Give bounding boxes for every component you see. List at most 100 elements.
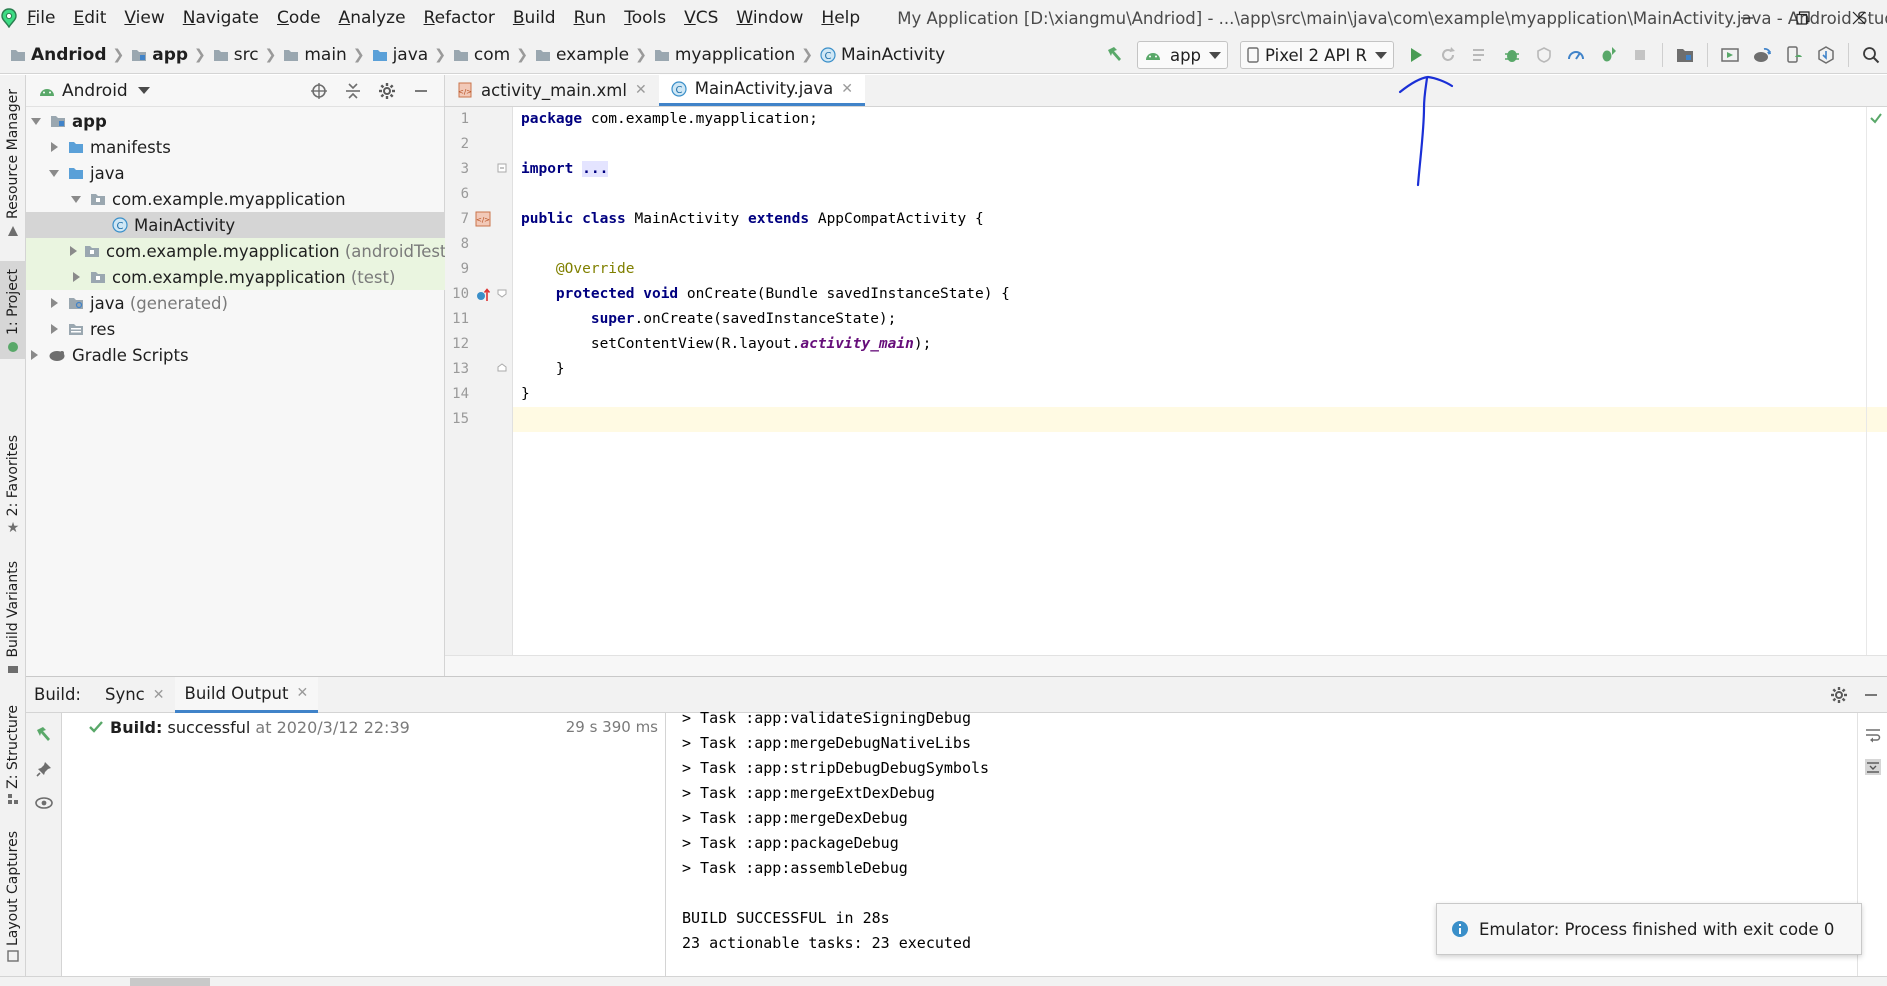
tree-item-manifests[interactable]: manifests [26,134,445,160]
chevron-down-icon[interactable] [28,116,44,126]
fold-icon[interactable] [497,163,507,173]
code-line[interactable]: import ... [513,157,1887,182]
menu-refactor[interactable]: Refactor [415,0,504,36]
scroll-to-end-button[interactable] [1857,751,1887,783]
tree-item-res[interactable]: res [26,316,445,342]
folded-imports[interactable]: ... [582,161,609,177]
tab-project[interactable]: 1: Project [0,261,26,359]
tree-item-app[interactable]: app [26,108,445,134]
tab-resource-manager[interactable]: Resource Manager [0,89,26,249]
make-project-button[interactable] [1099,39,1131,71]
attach-debugger-button[interactable] [1592,39,1624,71]
tab-sync[interactable]: Sync ✕ [95,677,175,713]
code-line[interactable]: } [513,357,1887,382]
code-line[interactable]: public class MainActivity extends AppCom… [513,207,1887,232]
menu-analyze[interactable]: Analyze [330,0,415,36]
status-bar-item[interactable] [130,978,210,986]
close-tab-icon[interactable]: ✕ [841,81,853,97]
chevron-right-icon[interactable] [68,272,84,282]
tree-item-java[interactable]: java [26,160,445,186]
rebuild-button[interactable] [28,719,60,751]
chevron-right-icon[interactable] [68,246,78,256]
search-everywhere-button[interactable] [1855,39,1887,71]
tree-item-package-test[interactable]: com.example.myapplication (test) [26,264,445,290]
pin-tab-button[interactable] [28,753,60,785]
filter-view-button[interactable] [28,787,60,819]
minimize-button[interactable] [1719,0,1775,36]
menu-tools[interactable]: Tools [615,0,675,36]
tree-item-package-main[interactable]: com.example.myapplication [26,186,445,212]
build-status-row[interactable]: Build: successful at 2020/3/12 22:39 29 … [62,715,666,739]
code-line[interactable]: @Override [513,257,1887,282]
collapse-all-button[interactable] [336,75,370,107]
stop-button[interactable] [1624,39,1656,71]
fold-icon[interactable] [497,363,507,373]
tab-favorites[interactable]: 2: Favorites ★ [0,435,26,536]
layout-inspector-button[interactable] [1714,39,1746,71]
menu-navigate[interactable]: Navigate [174,0,268,36]
debug-button[interactable] [1496,39,1528,71]
breadcrumb-src[interactable]: src ❯ [213,45,284,65]
chevron-down-icon[interactable] [46,168,62,178]
project-view-selector[interactable]: Android [62,81,128,101]
tree-item-java-generated[interactable]: java (generated) [26,290,445,316]
device-select[interactable]: Pixel 2 API R [1240,41,1394,69]
breadcrumb-project[interactable]: Andriod ❯ [10,45,131,65]
locate-file-button[interactable] [302,75,336,107]
chevron-right-icon[interactable] [26,350,42,360]
tree-item-gradle-scripts[interactable]: Gradle Scripts [26,342,445,368]
breadcrumb-mainactivity[interactable]: C MainActivity [820,45,945,65]
avd-manager-button[interactable] [1778,39,1810,71]
chevron-down-icon[interactable] [68,194,84,204]
close-tab-icon[interactable]: ✕ [296,685,308,701]
override-method-gutter-icon[interactable] [475,287,491,303]
code-line-current[interactable] [513,407,1887,432]
tab-structure[interactable]: Z: Structure [0,705,26,807]
notification-balloon[interactable]: Emulator: Process finished with exit cod… [1436,903,1862,955]
related-layout-gutter-icon[interactable]: </> [475,211,491,227]
project-settings-button[interactable] [370,75,404,107]
tab-build-output[interactable]: Build Output ✕ [174,676,319,713]
sync-gradle-button[interactable] [1746,39,1778,71]
code-line[interactable]: } [513,382,1887,407]
soft-wrap-button[interactable] [1857,719,1887,751]
code-line[interactable]: package com.example.myapplication; [513,107,1887,132]
breadcrumb-com[interactable]: com ❯ [453,45,535,65]
tree-item-mainactivity[interactable]: C MainActivity [26,212,445,238]
build-settings-button[interactable] [1823,679,1855,711]
fold-icon[interactable] [497,288,507,298]
tab-mainactivity-java[interactable]: C MainActivity.java ✕ [658,74,865,106]
apply-code-changes-button[interactable] [1464,39,1496,71]
close-window-button[interactable] [1831,0,1887,36]
chevron-right-icon[interactable] [46,298,62,308]
code-line[interactable]: setContentView(R.layout.activity_main); [513,332,1887,357]
tab-build-variants[interactable]: Build Variants [0,561,26,673]
run-with-coverage-button[interactable] [1528,39,1560,71]
close-tab-icon[interactable]: ✕ [635,82,647,98]
menu-build[interactable]: Build [504,0,565,36]
menu-file[interactable]: File [18,0,64,36]
code-area[interactable]: package com.example.myapplication; impor… [513,107,1887,655]
menu-window[interactable]: Window [727,0,812,36]
code-line[interactable]: protected void onCreate(Bundle savedInst… [513,282,1887,307]
chevron-right-icon[interactable] [46,324,62,334]
apply-changes-button[interactable] [1432,39,1464,71]
menu-edit[interactable]: Edit [64,0,115,36]
restore-button[interactable] [1775,0,1831,36]
tab-layout-captures[interactable]: Layout Captures [0,831,26,969]
close-tab-icon[interactable]: ✕ [153,687,165,703]
menu-view[interactable]: View [115,0,173,36]
hide-panel-button[interactable] [404,75,438,107]
breadcrumb-main[interactable]: main ❯ [283,45,371,65]
menu-help[interactable]: Help [812,0,869,36]
menu-vcs[interactable]: VCS [675,0,727,36]
tree-item-package-androidtest[interactable]: com.example.myapplication (androidTest) [26,238,453,264]
hide-build-window-button[interactable] [1855,679,1887,711]
profile-button[interactable] [1560,39,1592,71]
breadcrumb-app[interactable]: app ❯ [131,45,213,65]
breadcrumb-example[interactable]: example ❯ [535,45,654,65]
run-config-select[interactable]: app [1136,41,1229,69]
chevron-right-icon[interactable] [46,142,62,152]
project-structure-button[interactable] [1669,39,1701,71]
breadcrumb-java[interactable]: java ❯ [372,45,453,65]
